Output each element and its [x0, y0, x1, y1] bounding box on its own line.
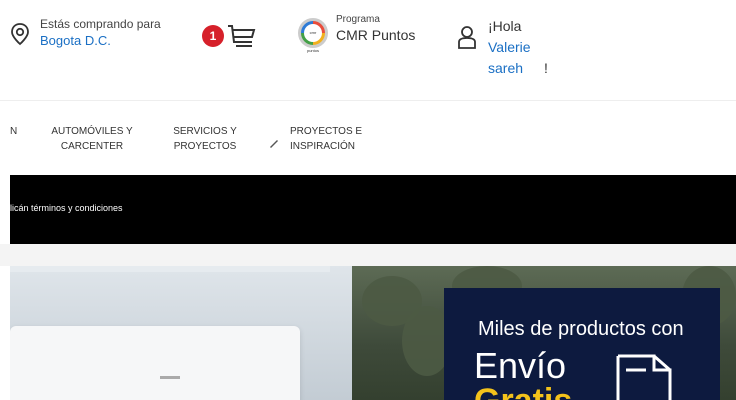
nav-item-partial[interactable]: N — [10, 124, 20, 139]
cart-icon[interactable] — [224, 22, 258, 50]
nav-item-automoviles[interactable]: AUTOMÓVILES Y CARCENTER — [44, 124, 140, 154]
card-line3: Gratis — [474, 384, 572, 400]
spacer-band — [0, 244, 736, 266]
category-nav: N AUTOMÓVILES Y CARCENTER SERVICIOS Y PR… — [0, 100, 736, 175]
site-header: Estás comprando para Bogota D.C. 1 cmr p… — [0, 0, 736, 100]
card-line1: Miles de productos con — [478, 318, 684, 340]
card-line2: Envío — [474, 345, 567, 386]
program-label: Programa — [336, 14, 380, 25]
cmr-logo-text: cmr puntos — [304, 24, 322, 53]
cmr-puntos-link[interactable]: Programa CMR Puntos — [336, 14, 415, 44]
user-icon[interactable] — [456, 24, 478, 50]
hero-banner[interactable]: Miles de productos con Envío Gratis — [10, 266, 736, 400]
location-city[interactable]: Bogota D.C. — [40, 32, 161, 50]
hero-image-left — [10, 266, 352, 400]
nav-item-proyectos[interactable]: PROYECTOS E INSPIRACIÓN — [290, 124, 370, 154]
ac-shadow — [10, 266, 330, 272]
user-greeting[interactable]: ¡Hola Valerie sareh! — [488, 16, 548, 79]
air-conditioner-image — [10, 326, 300, 400]
promo-terms-text[interactable]: licán términos y condiciones — [10, 203, 123, 213]
cart-count-badge: 1 — [202, 25, 224, 47]
user-name[interactable]: Valerie sareh — [488, 37, 544, 79]
ac-brand-mark — [160, 376, 180, 379]
location-pin-icon[interactable] — [10, 22, 30, 46]
greeting-suffix: ! — [544, 60, 548, 76]
pencil-icon — [270, 140, 278, 148]
location-label: Estás comprando para — [40, 17, 161, 31]
cmr-puntos-logo[interactable]: cmr puntos — [298, 18, 328, 53]
greeting-text: ¡Hola — [488, 18, 522, 34]
box-icon — [616, 354, 672, 400]
nav-item-servicios[interactable]: SERVICIOS Y PROYECTOS — [166, 124, 244, 154]
program-name[interactable]: CMR Puntos — [336, 26, 415, 44]
location-selector[interactable]: Estás comprando para Bogota D.C. — [40, 16, 161, 50]
cart-button[interactable]: 1 — [202, 20, 262, 50]
free-shipping-card[interactable]: Miles de productos con Envío Gratis — [444, 288, 720, 400]
promo-bar[interactable]: licán términos y condiciones — [10, 175, 736, 244]
